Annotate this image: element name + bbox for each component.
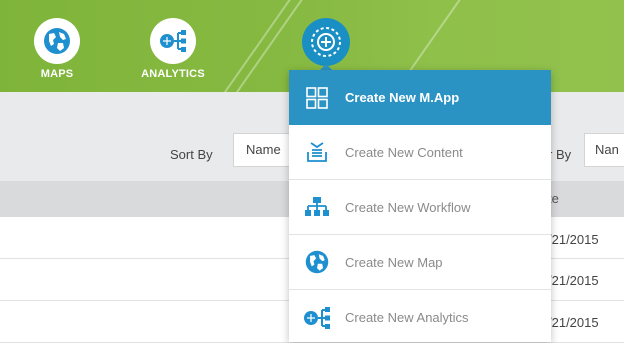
row-date-cell: /21/2015 bbox=[548, 232, 599, 247]
maps-nav-label: MAPS bbox=[40, 68, 74, 80]
menu-item-create-workflow[interactable]: Create New Workflow bbox=[289, 180, 551, 235]
globe-icon bbox=[44, 28, 70, 54]
menu-item-label: Create New Content bbox=[345, 144, 463, 160]
menu-item-label: Create New M.App bbox=[345, 90, 460, 105]
menu-item-create-content[interactable]: Create New Content bbox=[289, 125, 551, 180]
nav-item-maps[interactable]: MAPS bbox=[34, 18, 80, 80]
analytics-icon bbox=[160, 30, 186, 52]
create-dropdown-menu: Create New M.App Create New Content Crea… bbox=[289, 70, 551, 342]
analytics-icon bbox=[289, 305, 345, 331]
maps-nav-circle bbox=[34, 18, 80, 64]
sort-by-label: Sort By bbox=[170, 147, 213, 162]
menu-item-label: Create New Workflow bbox=[345, 199, 471, 215]
analytics-nav-circle bbox=[150, 18, 196, 64]
nav-item-analytics[interactable]: ANALYTICS bbox=[133, 18, 213, 80]
menu-item-create-analytics[interactable]: Create New Analytics bbox=[289, 290, 551, 342]
filter-by-select[interactable]: Nan bbox=[584, 133, 624, 167]
row-date-cell: /21/2015 bbox=[548, 273, 599, 288]
decorative-streak bbox=[207, 0, 295, 92]
create-button[interactable] bbox=[302, 18, 350, 66]
menu-item-create-mapp[interactable]: Create New M.App bbox=[289, 70, 551, 125]
analytics-nav-label: ANALYTICS bbox=[141, 68, 205, 80]
workflow-icon bbox=[289, 196, 345, 218]
menu-item-label: Create New Map bbox=[345, 254, 443, 270]
plus-icon bbox=[311, 27, 341, 57]
menu-item-create-map[interactable]: Create New Map bbox=[289, 235, 551, 290]
content-stack-icon bbox=[289, 141, 345, 163]
menu-item-label: Create New Analytics bbox=[345, 310, 469, 325]
filter-by-label: r By bbox=[548, 147, 572, 162]
globe-icon bbox=[289, 249, 345, 275]
grid-icon bbox=[289, 86, 345, 109]
row-date-cell: /21/2015 bbox=[548, 315, 599, 330]
